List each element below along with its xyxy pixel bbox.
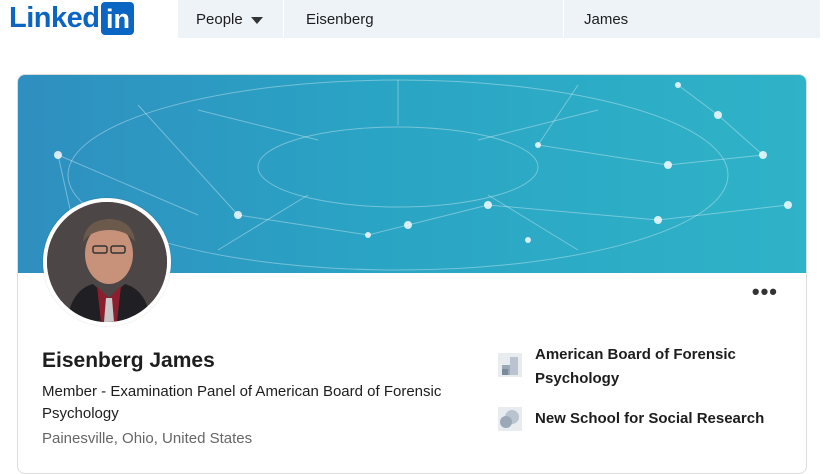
organization-item-education[interactable]: New School for Social Research <box>498 407 798 431</box>
building-icon <box>498 353 522 377</box>
last-name-input[interactable]: James <box>564 0 820 38</box>
profile-location: Painesville, Ohio, United States <box>42 430 253 447</box>
organization-name: New School for Social Research <box>535 410 765 427</box>
people-search-bar: People Eisenberg James <box>178 0 820 38</box>
profile-headline: Member - Examination Panel of American B… <box>42 383 442 422</box>
profile-avatar[interactable] <box>43 198 171 326</box>
caret-down-icon <box>250 16 263 24</box>
logo-text: Linked <box>9 2 100 34</box>
search-category-dropdown[interactable]: People <box>178 0 284 38</box>
profile-card: ••• Eisenberg James Member - Examination… <box>17 74 807 474</box>
top-navigation: Linked in People Eisenberg James <box>0 0 824 40</box>
organization-item-current[interactable]: American Board of Forensic Psychology <box>498 343 778 391</box>
person-photo <box>47 202 167 322</box>
organization-name: American Board of Forensic Psychology <box>535 346 736 387</box>
search-category-label: People <box>196 10 243 28</box>
more-options-button[interactable]: ••• <box>752 281 778 303</box>
school-icon <box>498 407 522 431</box>
profile-name: Eisenberg James <box>42 349 215 372</box>
first-name-input[interactable]: Eisenberg <box>284 0 564 38</box>
linkedin-logo[interactable]: Linked in <box>9 1 135 35</box>
logo-box: in <box>101 1 135 35</box>
